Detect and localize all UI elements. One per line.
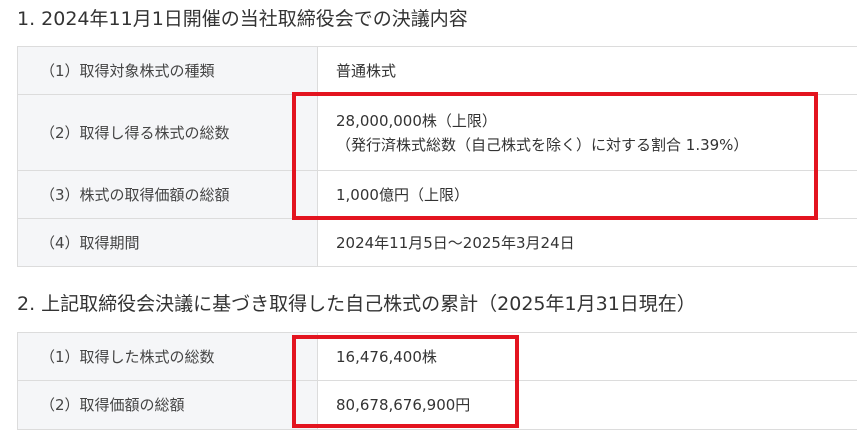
row-label: （1）取得した株式の総数	[17, 332, 318, 381]
resolution-table: （1）取得対象株式の種類 普通株式 （2）取得し得る株式の総数 28,000,0…	[17, 46, 857, 267]
row-label: （2）取得価額の総額	[17, 380, 318, 430]
row-value: 16,476,400株	[317, 332, 857, 381]
row-label: （2）取得し得る株式の総数	[17, 94, 318, 171]
table-row: （4）取得期間 2024年11月5日～2025年3月24日	[17, 218, 857, 267]
row-value: 80,678,676,900円	[317, 380, 857, 430]
section-1-title: 1. 2024年11月1日開催の当社取締役会での決議内容	[17, 8, 468, 30]
row-value-cell: 28,000,000株（上限） （発行済株式総数（自己株式を除く）に対する割合 …	[317, 94, 857, 171]
table-row: （2）取得し得る株式の総数 28,000,000株（上限） （発行済株式総数（自…	[17, 94, 857, 171]
row-label: （4）取得期間	[17, 218, 318, 267]
table-row: （1）取得対象株式の種類 普通株式	[17, 46, 857, 95]
row-label: （1）取得対象株式の種類	[17, 46, 318, 95]
table-row: （2）取得価額の総額 80,678,676,900円	[17, 380, 857, 430]
row-value: 1,000億円（上限）	[317, 170, 857, 219]
row-value-note: （発行済株式総数（自己株式を除く）に対する割合 1.39%）	[336, 135, 749, 154]
row-value: 2024年11月5日～2025年3月24日	[317, 218, 857, 267]
row-value: 普通株式	[317, 46, 857, 95]
table-row: （1）取得した株式の総数 16,476,400株	[17, 332, 857, 381]
row-value: 28,000,000株（上限）	[336, 111, 497, 130]
acquisition-table: （1）取得した株式の総数 16,476,400株 （2）取得価額の総額 80,6…	[17, 332, 857, 430]
section-2-title: 2. 上記取締役会決議に基づき取得した自己株式の累計（2025年1月31日現在）	[17, 293, 696, 315]
row-label: （3）株式の取得価額の総額	[17, 170, 318, 219]
table-row: （3）株式の取得価額の総額 1,000億円（上限）	[17, 170, 857, 219]
